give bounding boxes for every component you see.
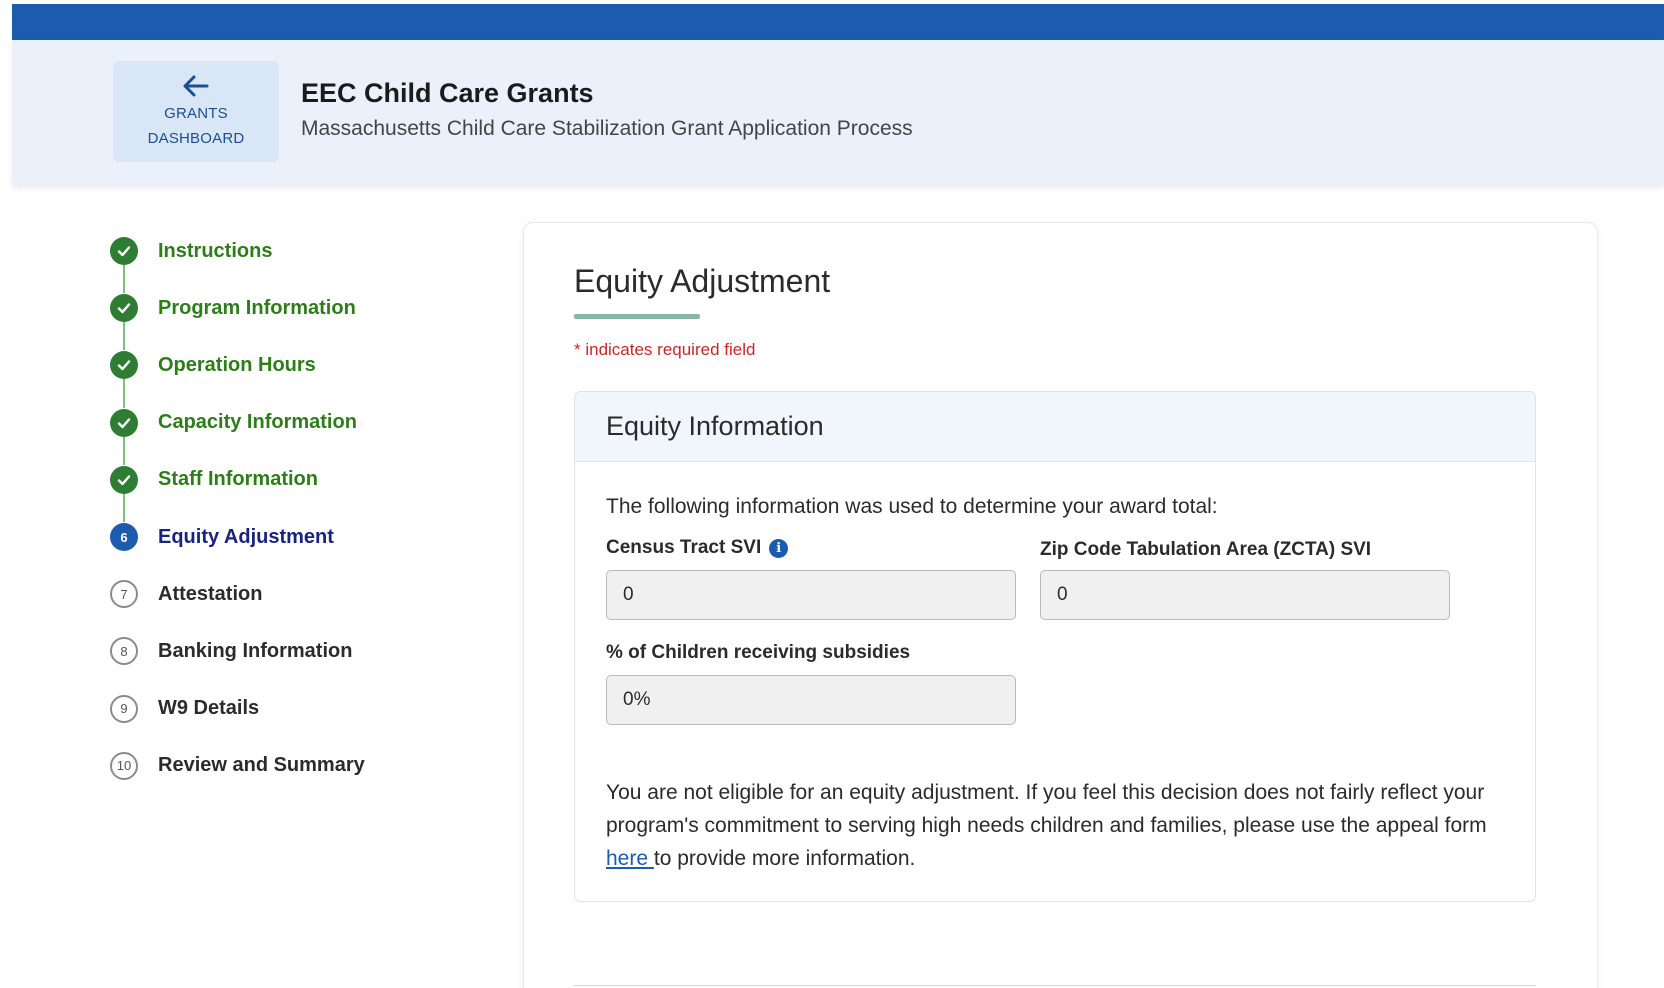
step-attestation[interactable]: 7 Attestation (110, 579, 262, 609)
census-tract-svi-value: 0 (623, 584, 634, 605)
info-icon[interactable]: i (769, 538, 789, 558)
zcta-svi-label-text: Zip Code Tabulation Area (ZCTA) SVI (1040, 539, 1372, 560)
step-program-information[interactable]: Program Information (110, 293, 356, 323)
census-tract-svi-label-text: Census Tract SVI (606, 537, 762, 558)
step-label: Operation Hours (158, 353, 316, 376)
zcta-svi-field[interactable]: 0 (1040, 570, 1450, 620)
step-operation-hours[interactable]: Operation Hours (110, 350, 316, 380)
title-underline (574, 314, 700, 319)
check-circle-icon (110, 294, 138, 323)
subsidies-field[interactable]: 0% (606, 675, 1016, 725)
step-connector (123, 492, 125, 522)
subsidies-value: 0% (623, 689, 651, 710)
required-field-note: * indicates required field (574, 340, 756, 359)
notice-text: You are not eligible for an equity adjus… (606, 781, 1487, 837)
eligibility-notice: You are not eligible for an equity adjus… (606, 776, 1506, 875)
census-tract-svi-field[interactable]: 0 (606, 570, 1016, 620)
page-title: Equity Adjustment (574, 263, 831, 299)
step-number-marker: 10 (110, 751, 138, 780)
step-banking-information[interactable]: 8 Banking Information (110, 636, 352, 666)
app-subtitle: Massachusetts Child Care Stabilization G… (301, 117, 913, 140)
step-review-and-summary[interactable]: 10 Review and Summary (110, 751, 365, 781)
zcta-svi-label: Zip Code Tabulation Area (ZCTA) SVI (1040, 539, 1371, 561)
top-bar (12, 4, 1664, 40)
step-label: Equity Adjustment (158, 525, 334, 548)
divider (574, 985, 1536, 986)
panel-intro-text: The following information was used to de… (606, 495, 1218, 518)
step-label: Program Information (158, 296, 356, 319)
main-card: Equity Adjustment * indicates required f… (523, 222, 1598, 988)
step-label: Capacity Information (158, 411, 357, 434)
arrow-left-icon (183, 75, 209, 97)
grants-dashboard-button[interactable]: GRANTS DASHBOARD (113, 61, 279, 162)
step-number-marker: 7 (110, 580, 138, 609)
step-w9-details[interactable]: 9 W9 Details (110, 694, 259, 724)
subsidies-label: % of Children receiving subsidies (606, 642, 910, 664)
step-number-marker: 6 (110, 523, 138, 551)
check-circle-icon (110, 237, 138, 265)
equity-information-panel: Equity Information The following informa… (574, 391, 1536, 902)
step-label: Attestation (158, 582, 263, 605)
step-connector (123, 264, 125, 294)
subsidies-label-text: % of Children receiving subsidies (606, 642, 911, 663)
zcta-svi-value: 0 (1057, 584, 1068, 605)
notice-text-end: to provide more information. (653, 847, 916, 870)
step-number-marker: 8 (110, 637, 138, 666)
panel-title: Equity Information (606, 411, 824, 441)
step-connector (123, 321, 125, 351)
page: GRANTS DASHBOARD EEC Child Care Grants M… (12, 0, 1664, 988)
census-tract-svi-label: Census Tract SVI i (606, 537, 789, 559)
step-staff-information[interactable]: Staff Information (110, 465, 318, 495)
app-header: GRANTS DASHBOARD EEC Child Care Grants M… (12, 40, 1664, 185)
step-connector (123, 435, 125, 465)
check-circle-icon (110, 351, 138, 380)
step-number-marker: 9 (110, 694, 138, 723)
step-connector (123, 378, 125, 408)
appeal-form-link[interactable]: here (606, 847, 654, 870)
back-button-label-line2: DASHBOARD (147, 130, 245, 147)
check-circle-icon (110, 465, 138, 494)
back-button-label-line1: GRANTS (164, 105, 228, 122)
step-capacity-information[interactable]: Capacity Information (110, 408, 357, 438)
app-title: EEC Child Care Grants (301, 78, 594, 108)
step-label: Banking Information (158, 639, 353, 662)
step-instructions[interactable]: Instructions (110, 236, 272, 266)
check-circle-icon (110, 408, 138, 437)
step-label: W9 Details (158, 697, 260, 720)
step-equity-adjustment[interactable]: 6 Equity Adjustment (110, 522, 334, 552)
step-label: Review and Summary (158, 754, 365, 777)
panel-header: Equity Information (575, 392, 1535, 462)
step-label: Instructions (158, 239, 273, 262)
step-label: Staff Information (158, 468, 318, 491)
